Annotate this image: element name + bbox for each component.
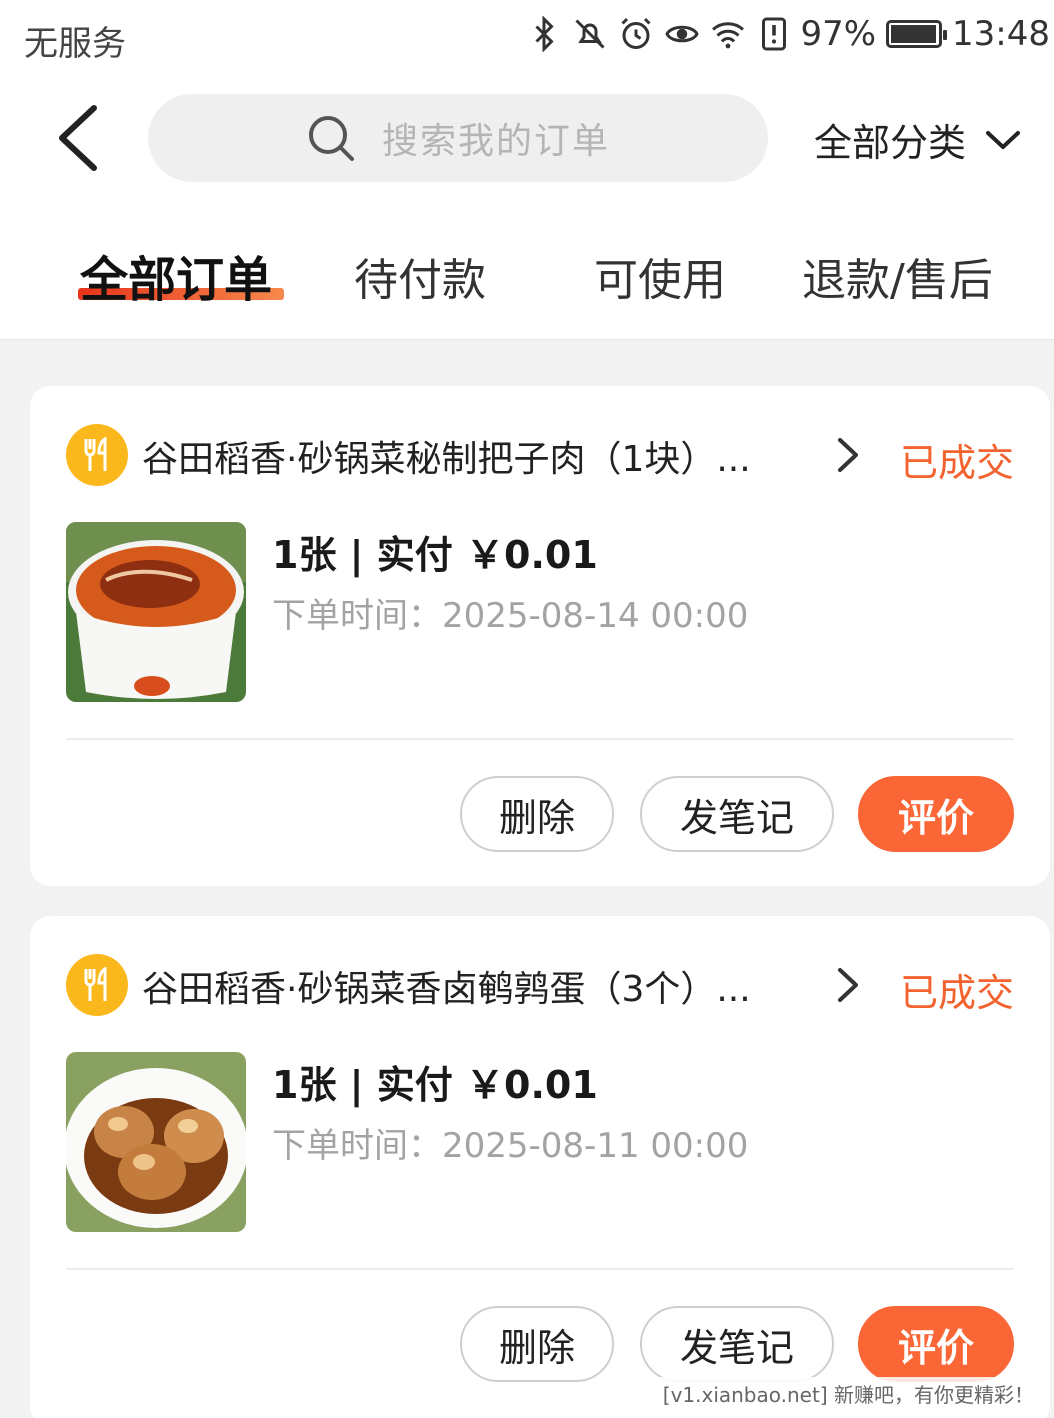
watermark-text: [v1.xianbao.net] 新赚吧，有你更精彩！ <box>656 1377 1040 1410</box>
carrier-text: 无服务 <box>24 24 126 64</box>
search-placeholder: 搜索我的订单 <box>381 121 610 162</box>
back-arrow-icon <box>59 105 97 171</box>
status-icons: 97% 13:48 <box>524 14 1050 54</box>
order-summary: 1张 | 实付 ￥0.01 <box>272 533 598 577</box>
tab-refund-aftersale[interactable]: 退款/售后 <box>802 244 993 308</box>
product-image[interactable] <box>66 522 246 702</box>
chevron-down-icon <box>986 130 1021 149</box>
braised-pork-photo <box>66 522 246 702</box>
order-summary: 1张 | 实付 ￥0.01 <box>272 1063 598 1107</box>
utensils-icon <box>84 437 107 471</box>
order-status: 已成交 <box>899 441 1014 485</box>
mute-icon <box>570 14 610 54</box>
write-note-button[interactable]: 发笔记 <box>640 776 834 852</box>
utensils-icon <box>84 967 107 1001</box>
category-dropdown[interactable]: 全部分类 <box>814 112 1022 167</box>
tab-usable[interactable]: 可使用 <box>594 244 726 308</box>
shop-title[interactable]: 谷田稻香·砂锅菜香卤鹌鹑蛋（3个）... <box>142 960 802 1012</box>
review-button[interactable]: 评价 <box>858 776 1014 852</box>
shop-logo <box>66 424 128 486</box>
battery-icon <box>886 20 948 48</box>
chevron-right-icon[interactable] <box>830 966 864 1004</box>
eye-icon <box>662 14 702 54</box>
bluetooth-icon <box>524 14 564 54</box>
review-button[interactable]: 评价 <box>858 1306 1014 1382</box>
status-bar: 无服务 97% 13:48 <box>0 0 1054 76</box>
alarm-icon <box>616 14 656 54</box>
clock: 13:48 <box>952 14 1050 54</box>
back-button[interactable] <box>50 100 110 176</box>
delete-button[interactable]: 删除 <box>460 776 614 852</box>
chevron-right-icon[interactable] <box>830 436 864 474</box>
category-label: 全部分类 <box>814 121 967 165</box>
product-image[interactable] <box>66 1052 246 1232</box>
card-divider <box>66 1268 1014 1270</box>
top-panel: 无服务 97% 13:48 搜索我的订单 全部分类 全部订单 待付款 可使用 退… <box>0 0 1054 340</box>
delete-button[interactable]: 删除 <box>460 1306 614 1382</box>
order-status: 已成交 <box>899 971 1014 1015</box>
order-card[interactable]: 谷田稻香·砂锅菜香卤鹌鹑蛋（3个）... 已成交 1张 | 实付 ￥0.01 下… <box>30 916 1050 1418</box>
battery-percent: 97% <box>800 14 877 54</box>
shop-title[interactable]: 谷田稻香·砂锅菜秘制把子肉（1块）... <box>142 430 802 482</box>
search-icon <box>308 116 354 161</box>
battery-fill <box>891 25 937 43</box>
card-divider <box>66 738 1014 740</box>
tab-pending-payment[interactable]: 待付款 <box>354 244 486 308</box>
wifi-icon <box>708 14 748 54</box>
order-card[interactable]: 谷田稻香·砂锅菜秘制把子肉（1块）... 已成交 1张 | 实付 ￥0.01 下… <box>30 386 1050 886</box>
search-input[interactable]: 搜索我的订单 <box>148 94 768 182</box>
order-time: 下单时间：2025-08-14 00:00 <box>272 596 749 636</box>
order-time: 下单时间：2025-08-11 00:00 <box>272 1126 749 1166</box>
quail-eggs-photo <box>66 1052 246 1232</box>
storage-alert-icon <box>754 14 794 54</box>
write-note-button[interactable]: 发笔记 <box>640 1306 834 1382</box>
tab-all-orders[interactable]: 全部订单 <box>80 240 272 310</box>
shop-logo <box>66 954 128 1016</box>
